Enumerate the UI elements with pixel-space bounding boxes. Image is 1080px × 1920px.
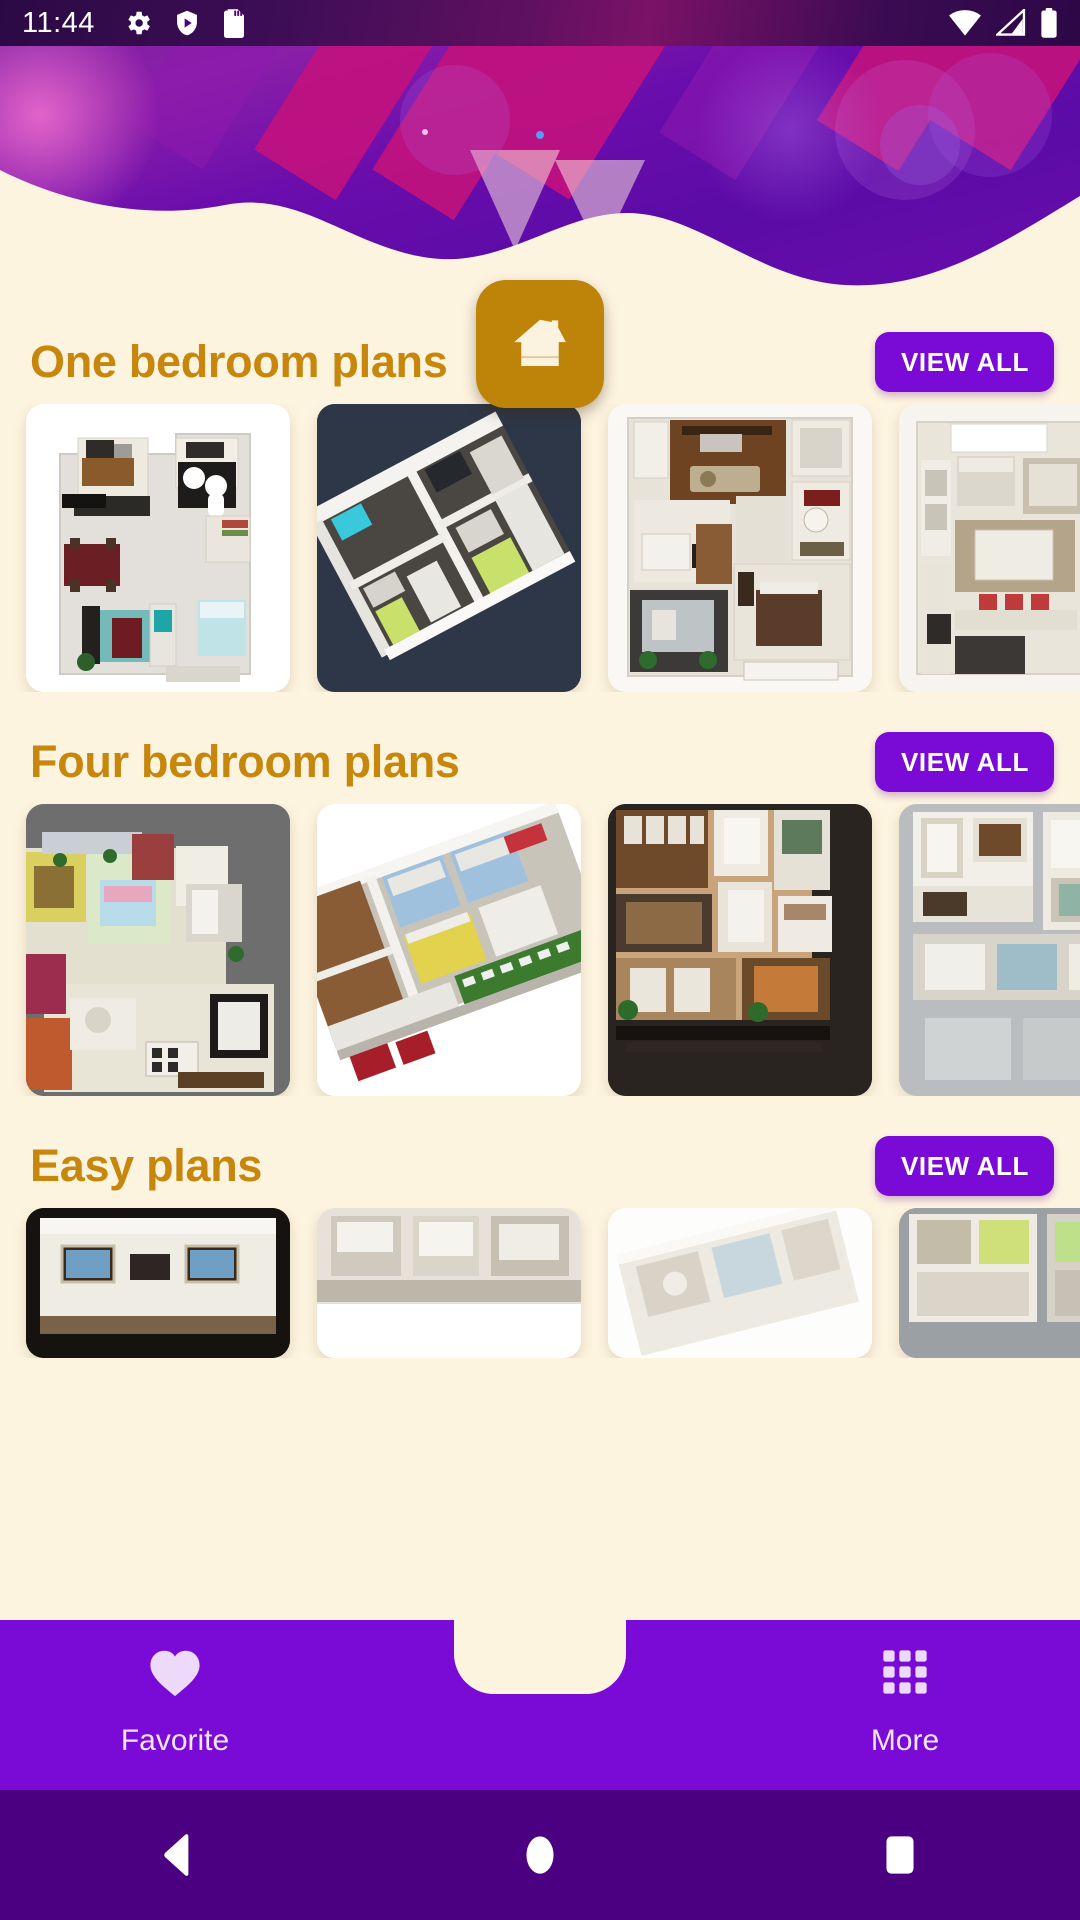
card-carousel-easy-plans[interactable] <box>0 1208 1080 1358</box>
plan-card[interactable] <box>899 804 1080 1096</box>
view-all-button-one-bedroom[interactable]: VIEW ALL <box>874 332 1054 392</box>
section-title: One bedroom plans <box>30 336 448 387</box>
section-header: Four bedroom plans VIEW ALL <box>0 720 1080 804</box>
floor-plan-art <box>317 404 581 692</box>
floor-plan-art <box>608 404 872 692</box>
scroll-content[interactable]: One bedroom plans VIEW ALL Four bedroom … <box>0 300 1080 1620</box>
home-fab-button[interactable] <box>476 280 604 408</box>
gear-icon <box>128 11 150 35</box>
play-protect-shield-icon <box>177 10 197 36</box>
floor-plan-art <box>608 804 872 1096</box>
view-all-button-easy-plans[interactable]: VIEW ALL <box>874 1136 1054 1196</box>
card-carousel-four-bedroom[interactable] <box>0 804 1080 1096</box>
plan-card[interactable] <box>608 1208 872 1358</box>
floor-plan-art <box>317 1208 581 1358</box>
view-all-button-four-bedroom[interactable]: VIEW ALL <box>874 732 1054 792</box>
wifi-icon <box>949 10 981 36</box>
plan-card[interactable] <box>317 404 581 692</box>
section-title: Easy plans <box>30 1140 263 1191</box>
plan-card[interactable] <box>26 404 290 692</box>
section-header: Easy plans VIEW ALL <box>0 1124 1080 1208</box>
section-title: Four bedroom plans <box>30 736 460 787</box>
nav-label-favorite: Favorite <box>120 1724 230 1757</box>
back-triangle-icon <box>164 1834 189 1876</box>
plan-card[interactable] <box>26 804 290 1096</box>
floor-plan-art <box>899 804 1080 1096</box>
floor-plan-art <box>608 1208 872 1358</box>
status-bar: 11:44 <box>0 0 1080 46</box>
nav-label-more: More <box>870 1724 940 1757</box>
floor-plan-art <box>26 1208 290 1358</box>
grid-more-icon <box>883 1650 927 1694</box>
nav-item-favorite[interactable]: Favorite <box>50 1646 300 1758</box>
card-carousel-one-bedroom[interactable] <box>0 404 1080 692</box>
plan-card[interactable] <box>317 804 581 1096</box>
section-four-bedroom-plans: Four bedroom plans VIEW ALL <box>0 720 1080 1096</box>
app-root: 11:44 One bedroom plans VIEW ALL Four be… <box>0 0 1080 1920</box>
floor-plan-art <box>899 404 1080 692</box>
sd-card-icon <box>223 9 244 38</box>
plan-card[interactable] <box>317 1208 581 1358</box>
status-bar-right-icons <box>948 8 1058 38</box>
floor-plan-art <box>899 1208 1080 1358</box>
plan-card[interactable] <box>608 804 872 1096</box>
android-system-nav <box>0 1790 1080 1920</box>
recents-square-icon <box>886 1836 914 1874</box>
status-bar-left-icons <box>123 8 247 38</box>
cell-signal-icon <box>996 9 1026 36</box>
floor-plan-art <box>317 804 581 1096</box>
plan-card[interactable] <box>899 404 1080 692</box>
nav-item-more[interactable]: More <box>780 1646 1030 1758</box>
android-home-button[interactable] <box>480 1790 600 1920</box>
section-easy-plans: Easy plans VIEW ALL <box>0 1124 1080 1358</box>
battery-icon <box>1041 8 1057 38</box>
fab-notch <box>454 1618 626 1694</box>
floor-plan-art <box>26 404 290 692</box>
bottom-navigation-bar: Favorite More <box>0 1618 1080 1790</box>
plan-card[interactable] <box>608 404 872 692</box>
status-bar-clock: 11:44 <box>22 6 95 39</box>
plan-card[interactable] <box>899 1208 1080 1358</box>
floor-plan-art <box>26 804 290 1096</box>
plan-card[interactable] <box>26 1208 290 1358</box>
home-icon <box>514 319 566 366</box>
home-circle-icon <box>526 1836 554 1874</box>
heart-icon <box>150 1650 200 1697</box>
android-recents-button[interactable] <box>840 1790 960 1920</box>
android-back-button[interactable] <box>120 1790 240 1920</box>
